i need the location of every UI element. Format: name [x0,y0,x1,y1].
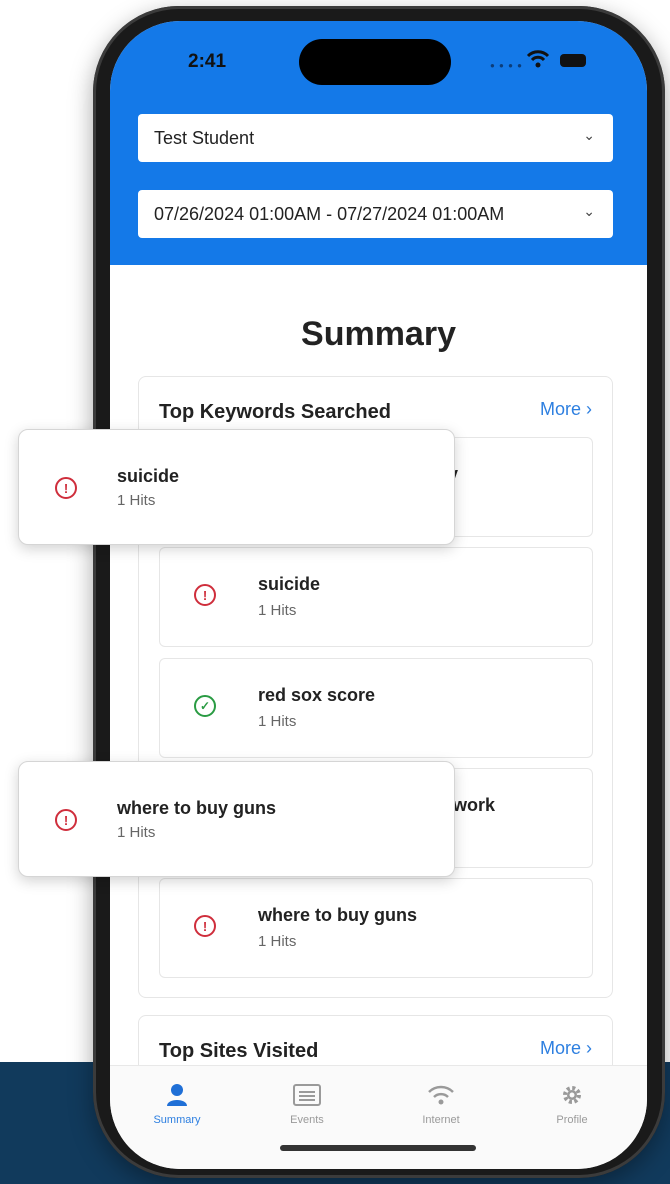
gear-icon [517,1082,627,1108]
popup-title: where to buy guns [117,798,277,818]
check-circle-icon: ✓ [194,695,216,717]
chevron-down-icon: ⌄ [583,127,595,143]
wifi-status-icon [526,50,550,68]
dynamic-island [299,39,451,85]
phone-screen: 2:41 ● ● ● ● Test Student ⌄ 07/26/2024 0… [110,21,647,1169]
wifi-icon [386,1082,496,1108]
more-link-label: More [539,1038,581,1058]
alert-icon: ! [194,915,216,937]
student-select-value: Test Student [154,127,255,148]
keyword-item[interactable]: ! where to buy guns 1 Hits [159,878,593,978]
status-icons: ● ● ● ● [490,50,600,71]
keyword-item[interactable]: ! suicide 1 Hits [159,547,593,647]
tab-label: Internet [422,1114,460,1126]
more-link-label: More [539,399,581,419]
page-title: Summary [301,315,456,353]
person-icon [122,1082,232,1108]
signal-icon: ● ● ● ● [490,61,523,70]
chevron-down-icon: ⌄ [583,203,595,219]
alert-popup[interactable]: ! where to buy guns 1 Hits [18,761,455,877]
alert-icon: ! [194,584,216,606]
list-icon [252,1082,362,1108]
tab-label: Summary [153,1114,201,1126]
status-time: 2:41 [188,51,227,72]
popup-hits: 1 Hits [117,824,156,841]
tab-summary[interactable]: Summary [122,1082,232,1126]
app-header: 2:41 ● ● ● ● Test Student ⌄ 07/26/2024 0… [110,21,647,265]
popup-title: suicide [117,466,180,486]
tab-bar: Summary Events Internet Profile [110,1065,647,1169]
keyword-title: where to buy guns [258,905,418,925]
keyword-hits: 1 Hits [258,713,297,730]
student-select[interactable]: Test Student ⌄ [138,114,613,162]
tab-label: Events [290,1114,324,1126]
more-link[interactable]: More › [540,399,592,420]
keyword-hits: 1 Hits [258,602,297,619]
tab-internet[interactable]: Internet [386,1082,496,1126]
alert-icon: ! [55,477,77,499]
keyword-hits: 1 Hits [258,933,297,950]
tab-events[interactable]: Events [252,1082,362,1126]
keyword-title: suicide [258,574,321,594]
battery-icon [560,54,586,67]
home-indicator [280,1145,476,1151]
popup-hits: 1 Hits [117,492,156,509]
more-link[interactable]: More › [540,1038,592,1059]
summary-content: Summary Top Keywords Searched More › ly … [110,265,647,1115]
alert-icon: ! [55,809,77,831]
tab-label: Profile [556,1114,588,1126]
tab-profile[interactable]: Profile [517,1082,627,1126]
card-heading: Top Sites Visited [159,1040,319,1062]
date-range-value: 07/26/2024 01:00AM - 07/27/2024 01:00AM [154,203,505,224]
keyword-item[interactable]: ✓ red sox score 1 Hits [159,658,593,758]
card-heading: Top Keywords Searched [159,401,391,423]
keyword-title: red sox score [258,685,376,705]
alert-popup[interactable]: ! suicide 1 Hits [18,429,455,545]
date-range-select[interactable]: 07/26/2024 01:00AM - 07/27/2024 01:00AM … [138,190,613,238]
